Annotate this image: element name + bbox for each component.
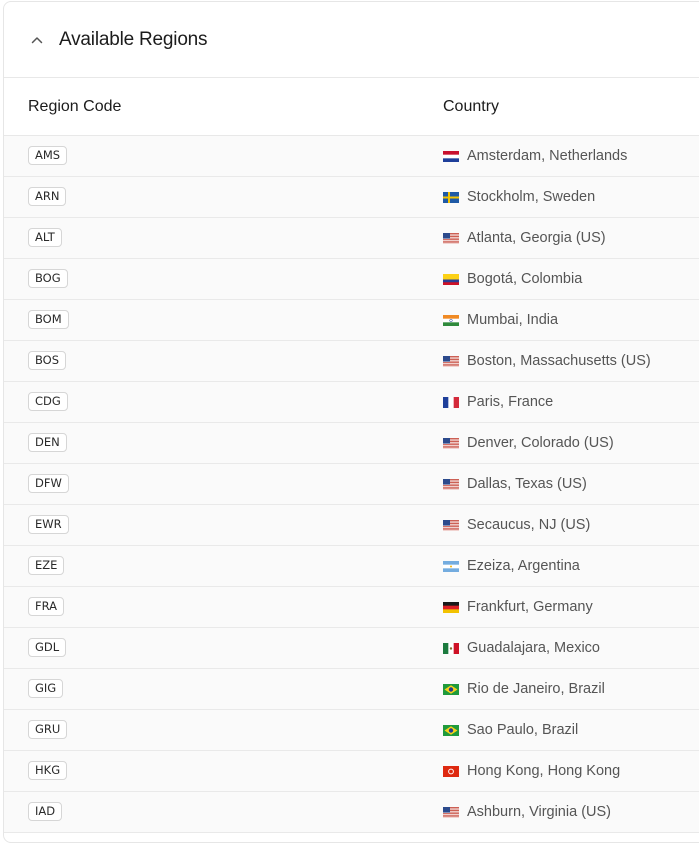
table-row[interactable]: DEN Denver, Colorado (US) [4, 423, 699, 464]
country-cell: Ashburn, Virginia (US) [443, 792, 611, 832]
country-cell: Frankfurt, Germany [443, 587, 593, 627]
country-cell: Atlanta, Georgia (US) [443, 218, 606, 258]
country-cell: Mumbai, India [443, 300, 558, 340]
region-code-badge: BOS [28, 351, 67, 370]
country-location: Hong Kong, Hong Kong [467, 763, 621, 779]
region-code-badge: ALT [28, 228, 62, 247]
country-cell: Secaucus, NJ (US) [443, 505, 590, 545]
country-location: Denver, Colorado (US) [467, 435, 614, 451]
country-location: Amsterdam, Netherlands [467, 148, 628, 164]
table-row[interactable]: AMS Amsterdam, Netherlands [4, 136, 699, 177]
table-row[interactable]: EWR Secaucus, NJ (US) [4, 505, 699, 546]
us-flag-icon [443, 519, 459, 531]
table-body: AMS Amsterdam, Netherlands ARN Stockholm, S… [4, 136, 699, 833]
country-cell: Rio de Janeiro, Brazil [443, 669, 605, 709]
table-row[interactable]: GIG Rio de Janeiro, Brazil [4, 669, 699, 710]
table-row[interactable]: IAD Ashburn, Virginia (US) [4, 792, 699, 833]
region-code-badge: GIG [28, 679, 64, 698]
de-flag-icon [443, 601, 459, 613]
fr-flag-icon [443, 396, 459, 408]
region-code-badge: DEN [28, 433, 67, 452]
region-code-badge: FRA [28, 597, 65, 616]
region-code-badge: GDL [28, 638, 67, 657]
country-cell: Dallas, Texas (US) [443, 464, 587, 504]
region-code-badge: AMS [28, 146, 68, 165]
country-cell: Hong Kong, Hong Kong [443, 751, 620, 791]
us-flag-icon [443, 478, 459, 490]
region-code-badge: DFW [28, 474, 69, 493]
country-location: Paris, France [467, 394, 554, 410]
country-location: Frankfurt, Germany [467, 599, 593, 615]
country-cell: Ezeiza, Argentina [443, 546, 580, 586]
us-flag-icon [443, 806, 459, 818]
panel-title: Available Regions [59, 28, 208, 50]
country-location: Guadalajara, Mexico [467, 640, 600, 656]
region-code-badge: ARN [28, 187, 67, 206]
nl-flag-icon [443, 150, 459, 162]
us-flag-icon [443, 355, 459, 367]
in-flag-icon [443, 314, 459, 326]
panel-header[interactable]: Available Regions [4, 2, 699, 78]
chevron-up-icon[interactable] [26, 29, 48, 51]
mx-flag-icon [443, 642, 459, 654]
us-flag-icon [443, 232, 459, 244]
se-flag-icon [443, 191, 459, 203]
table-row[interactable]: EZE Ezeiza, Argentina [4, 546, 699, 587]
table-row[interactable]: BOS Boston, Massachusetts (US) [4, 341, 699, 382]
country-location: Secaucus, NJ (US) [467, 517, 591, 533]
us-flag-icon [443, 437, 459, 449]
country-location: Bogotá, Colombia [467, 271, 583, 287]
co-flag-icon [443, 273, 459, 285]
region-code-badge: CDG [28, 392, 68, 411]
country-cell: Guadalajara, Mexico [443, 628, 600, 668]
table-row[interactable]: FRA Frankfurt, Germany [4, 587, 699, 628]
table-row[interactable]: HKG Hong Kong, Hong Kong [4, 751, 699, 792]
country-location: Atlanta, Georgia (US) [467, 230, 606, 246]
table-row[interactable]: DFW Dallas, Texas (US) [4, 464, 699, 505]
region-code-badge: GRU [28, 720, 68, 739]
country-cell: Paris, France [443, 382, 553, 422]
region-code-badge: EZE [28, 556, 65, 575]
country-location: Boston, Massachusetts (US) [467, 353, 651, 369]
column-header-country: Country [443, 97, 500, 115]
country-location: Ashburn, Virginia (US) [467, 804, 611, 820]
table-row[interactable]: ARN Stockholm, Sweden [4, 177, 699, 218]
table-row[interactable]: BOG Bogotá, Colombia [4, 259, 699, 300]
regions-panel: Available Regions Region Code Country AM… [3, 1, 699, 843]
hk-flag-icon [443, 765, 459, 777]
table-row[interactable]: CDG Paris, France [4, 382, 699, 423]
region-code-badge: IAD [28, 802, 63, 821]
country-location: Ezeiza, Argentina [467, 558, 580, 574]
br-flag-icon [443, 724, 459, 736]
country-cell: Amsterdam, Netherlands [443, 136, 627, 176]
table-row[interactable]: GRU Sao Paulo, Brazil [4, 710, 699, 751]
table-row[interactable]: GDL Guadalajara, Mexico [4, 628, 699, 669]
country-cell: Stockholm, Sweden [443, 177, 595, 217]
country-location: Sao Paulo, Brazil [467, 722, 579, 738]
country-location: Mumbai, India [467, 312, 559, 328]
country-location: Rio de Janeiro, Brazil [467, 681, 605, 697]
region-code-badge: BOM [28, 310, 69, 329]
table-row[interactable]: BOM Mumbai, India [4, 300, 699, 341]
br-flag-icon [443, 683, 459, 695]
country-cell: Sao Paulo, Brazil [443, 710, 578, 750]
table-row[interactable]: ALT Atlanta, Georgia (US) [4, 218, 699, 259]
country-location: Dallas, Texas (US) [467, 476, 587, 492]
country-cell: Denver, Colorado (US) [443, 423, 614, 463]
country-cell: Bogotá, Colombia [443, 259, 582, 299]
ar-flag-icon [443, 560, 459, 572]
region-code-badge: EWR [28, 515, 69, 534]
country-cell: Boston, Massachusetts (US) [443, 341, 651, 381]
country-location: Stockholm, Sweden [467, 189, 596, 205]
table-header: Region Code Country [4, 78, 699, 136]
column-header-region-code: Region Code [28, 97, 122, 115]
region-code-badge: HKG [28, 761, 68, 780]
region-code-badge: BOG [28, 269, 68, 288]
